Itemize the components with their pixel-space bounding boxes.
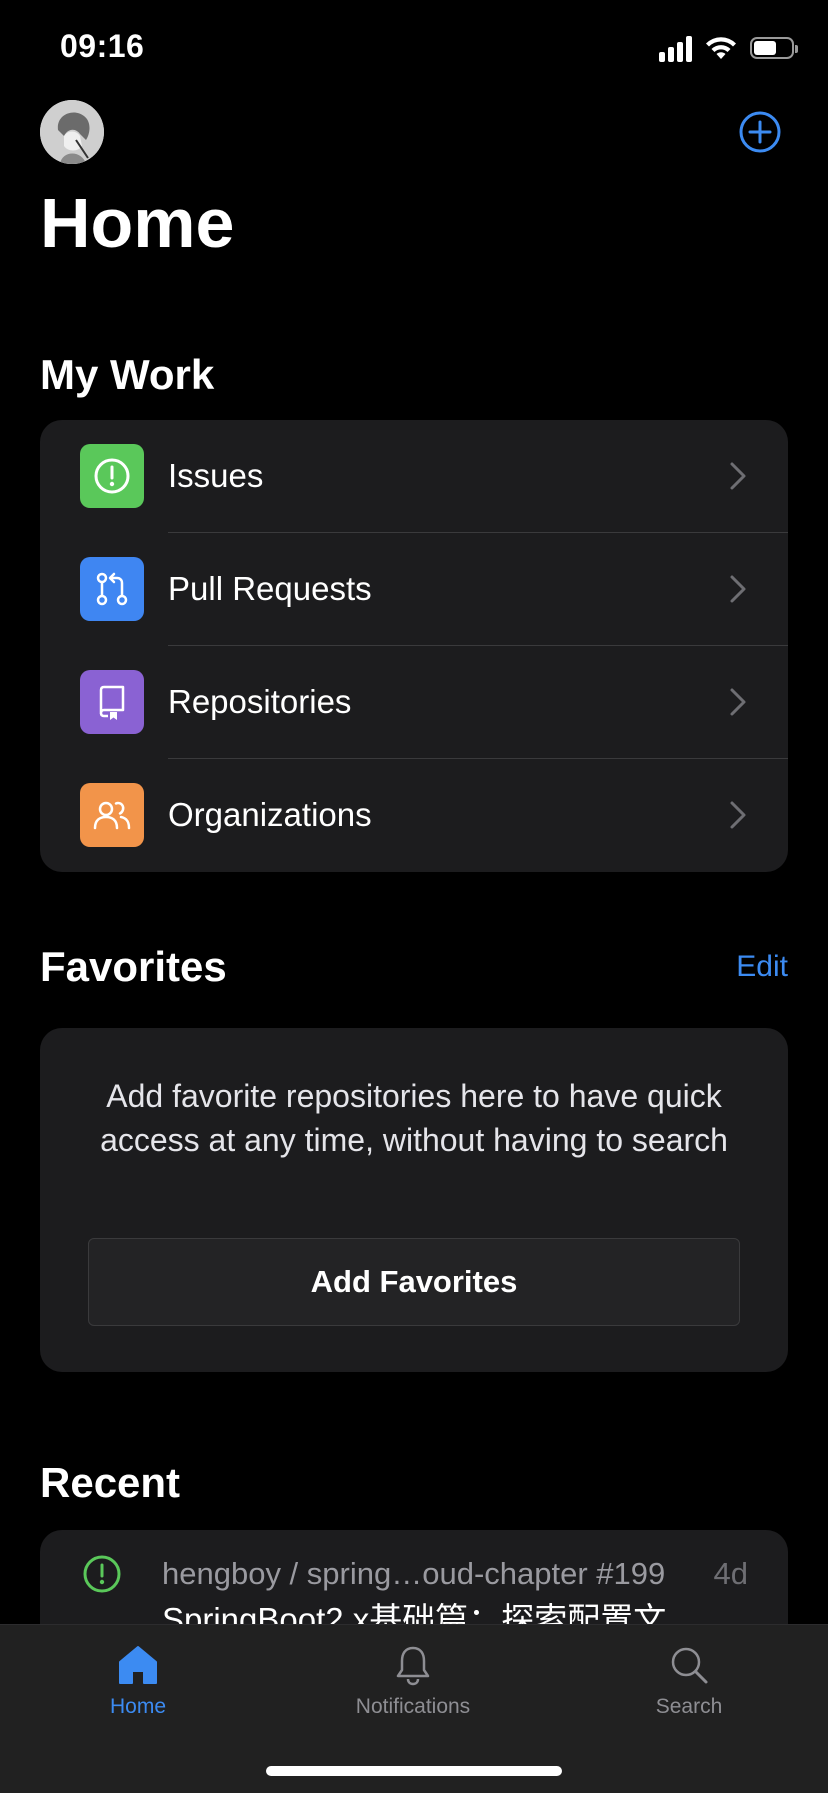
tab-label: Notifications xyxy=(355,1695,471,1718)
section-title-recent: Recent xyxy=(40,1459,181,1506)
status-time: 09:16 xyxy=(60,28,145,64)
section-title-favorites: Favorites xyxy=(40,943,227,990)
status-icons xyxy=(659,34,798,62)
cellular-signal-icon xyxy=(659,34,692,62)
my-work-label: Pull Requests xyxy=(168,570,372,607)
home-indicator xyxy=(266,1766,562,1776)
git-pull-request-icon xyxy=(80,557,144,621)
tab-search[interactable]: Search xyxy=(589,1643,789,1719)
tab-label: Home xyxy=(109,1695,167,1718)
page-title: Home xyxy=(40,184,235,262)
chevron-right-icon xyxy=(730,688,746,716)
recent-repo-label: hengboy / spring…oud-chapter #199 xyxy=(162,1556,666,1591)
avatar[interactable] xyxy=(40,100,104,164)
home-icon xyxy=(119,1646,157,1684)
section-title-my-work: My Work xyxy=(40,351,215,398)
chevron-right-icon xyxy=(730,801,746,829)
search-icon xyxy=(671,1647,708,1684)
my-work-item-repositories[interactable]: Repositories xyxy=(40,646,788,759)
battery-icon xyxy=(750,37,798,59)
wifi-icon xyxy=(706,37,736,59)
my-work-label: Repositories xyxy=(168,683,352,720)
chevron-right-icon xyxy=(730,575,746,603)
favorites-edit-button[interactable]: Edit xyxy=(736,942,788,992)
status-bar: 09:16 xyxy=(0,0,828,100)
my-work-label: Issues xyxy=(168,457,264,494)
issue-opened-icon xyxy=(80,444,144,508)
tab-home[interactable]: Home xyxy=(38,1643,238,1719)
people-icon xyxy=(80,783,144,847)
my-work-item-issues[interactable]: Issues xyxy=(40,420,788,533)
bell-icon xyxy=(396,1646,430,1686)
recent-age: 4d xyxy=(713,1556,748,1591)
chevron-right-icon xyxy=(730,462,746,490)
plus-circle-icon[interactable] xyxy=(738,110,782,154)
my-work-item-pull-requests[interactable]: Pull Requests xyxy=(40,533,788,646)
tab-notifications[interactable]: Notifications xyxy=(313,1643,513,1719)
my-work-label: Organizations xyxy=(168,796,372,833)
repo-icon xyxy=(80,670,144,734)
my-work-list: Issues Pull Requests Repositories Organi… xyxy=(40,420,788,872)
issue-opened-icon xyxy=(83,1555,121,1593)
favorites-card: Add favorite repositories here to have q… xyxy=(40,1028,788,1372)
user-avatar-icon xyxy=(40,100,104,164)
add-favorites-button[interactable]: Add Favorites xyxy=(88,1238,740,1326)
favorites-empty-text: Add favorite repositories here to have q… xyxy=(100,1078,728,1158)
tab-label: Search xyxy=(655,1695,723,1718)
my-work-item-organizations[interactable]: Organizations xyxy=(40,759,788,872)
